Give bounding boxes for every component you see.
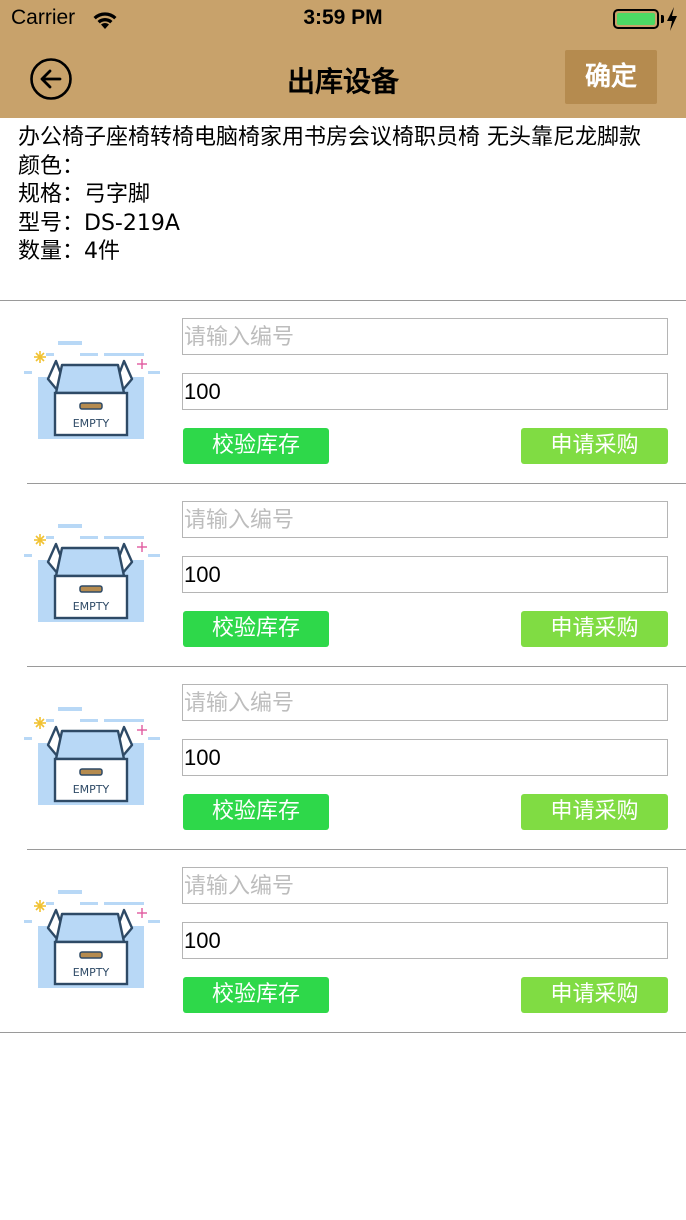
product-name: 办公椅子座椅转椅电脑椅家用书房会议椅职员椅 无头靠尼龙脚款: [18, 125, 641, 150]
check-stock-button[interactable]: 校验库存: [183, 428, 329, 464]
product-spec: 规格：弓字脚: [18, 182, 151, 207]
empty-label: EMPTY: [73, 966, 110, 979]
product-info: 办公椅子座椅转椅电脑椅家用书房会议椅职员椅 无头靠尼龙脚款 颜色： 规格：弓字脚…: [18, 124, 668, 267]
check-stock-button[interactable]: 校验库存: [183, 611, 329, 647]
empty-label: EMPTY: [73, 600, 110, 613]
battery-tip: [661, 15, 664, 23]
quantity-input[interactable]: [182, 556, 668, 593]
charging-bolt-icon: [667, 7, 677, 31]
check-stock-button[interactable]: 校验库存: [183, 794, 329, 830]
status-bar: Carrier 3:59 PM: [0, 0, 686, 40]
request-purchase-button[interactable]: 申请采购: [521, 977, 668, 1013]
empty-label: EMPTY: [73, 417, 110, 430]
list-item: EMPTY 校验库存 申请采购: [0, 301, 686, 484]
clock: 3:59 PM: [303, 6, 383, 29]
list-item: EMPTY 校验库存 申请采购: [0, 850, 686, 1033]
quantity-input[interactable]: [182, 373, 668, 410]
check-stock-button[interactable]: 校验库存: [183, 977, 329, 1013]
quantity-input[interactable]: [182, 922, 668, 959]
empty-label: EMPTY: [73, 783, 110, 796]
request-purchase-button[interactable]: 申请采购: [521, 611, 668, 647]
request-purchase-button[interactable]: 申请采购: [521, 794, 668, 830]
navigation-bar: 出库设备 确定: [0, 40, 686, 118]
product-model: 型号：DS-219A: [18, 210, 180, 236]
serial-number-input[interactable]: [182, 684, 668, 721]
product-color: 颜色：: [18, 153, 85, 179]
serial-number-input[interactable]: [182, 318, 668, 355]
confirm-button[interactable]: 确定: [565, 50, 657, 104]
serial-number-input[interactable]: [182, 867, 668, 904]
empty-box-image: EMPTY: [22, 890, 162, 994]
quantity-input[interactable]: [182, 739, 668, 776]
list-item: EMPTY 校验库存 申请采购: [0, 484, 686, 667]
battery-level: [617, 13, 655, 25]
divider: [0, 1032, 686, 1033]
empty-box-image: EMPTY: [22, 707, 162, 811]
product-quantity: 数量：4件: [18, 239, 120, 264]
list-item: EMPTY 校验库存 申请采购: [0, 667, 686, 850]
request-purchase-button[interactable]: 申请采购: [521, 428, 668, 464]
empty-box-image: EMPTY: [22, 341, 162, 445]
empty-box-image: EMPTY: [22, 524, 162, 628]
battery-icon: [613, 9, 659, 29]
serial-number-input[interactable]: [182, 501, 668, 538]
